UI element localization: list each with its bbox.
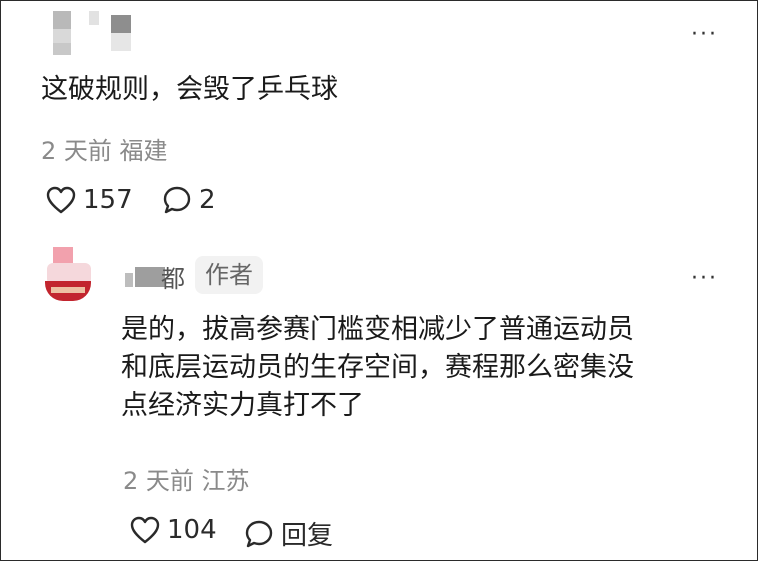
comment-bubble-icon xyxy=(243,519,275,549)
reply-meta: 2 天前 江苏 xyxy=(123,461,250,496)
comment-time: 2 天前 xyxy=(41,137,112,165)
heart-icon xyxy=(129,515,161,545)
reply-label: 回复 xyxy=(281,521,334,551)
reply-count-button[interactable]: 2 xyxy=(161,185,216,215)
reply-count: 2 xyxy=(199,185,216,215)
reply-time: 2 天前 xyxy=(123,467,194,495)
reply-text-line: 和底层运动员的生存空间，赛程那么密集没 xyxy=(121,352,634,383)
author-badge: 作者 xyxy=(195,256,263,294)
username-blur xyxy=(125,263,165,287)
like-button[interactable]: 157 xyxy=(45,185,133,215)
more-options-icon[interactable]: ··· xyxy=(691,268,718,290)
reply-username[interactable]: 都 xyxy=(161,259,185,294)
reply-location: 江苏 xyxy=(201,467,250,495)
like-count: 157 xyxy=(83,185,133,215)
like-button[interactable]: 104 xyxy=(129,515,217,545)
more-options-icon[interactable]: ··· xyxy=(691,24,718,46)
reply-text-line: 是的，拔高参赛门槛变相减少了普通运动员 xyxy=(121,314,634,345)
reply-text-line: 点经济实力真打不了 xyxy=(121,390,364,421)
reply-button[interactable]: 回复 xyxy=(243,515,333,552)
like-count: 104 xyxy=(167,515,217,545)
comment-location: 福建 xyxy=(119,137,168,165)
comment-text: 这破规则，会毁了乒乓球 xyxy=(41,74,338,105)
comment-bubble-icon xyxy=(161,185,193,215)
comment-meta: 2 天前 福建 xyxy=(41,131,168,166)
comment-thread: ··· 这破规则，会毁了乒乓球 2 天前 福建 157 2 都 作者 ··· 是… xyxy=(0,0,758,561)
heart-icon xyxy=(45,185,77,215)
reply-text: 是的，拔高参赛门槛变相减少了普通运动员 和底层运动员的生存空间，赛程那么密集没 … xyxy=(121,311,741,425)
avatar[interactable] xyxy=(53,11,133,55)
avatar[interactable] xyxy=(41,247,93,303)
